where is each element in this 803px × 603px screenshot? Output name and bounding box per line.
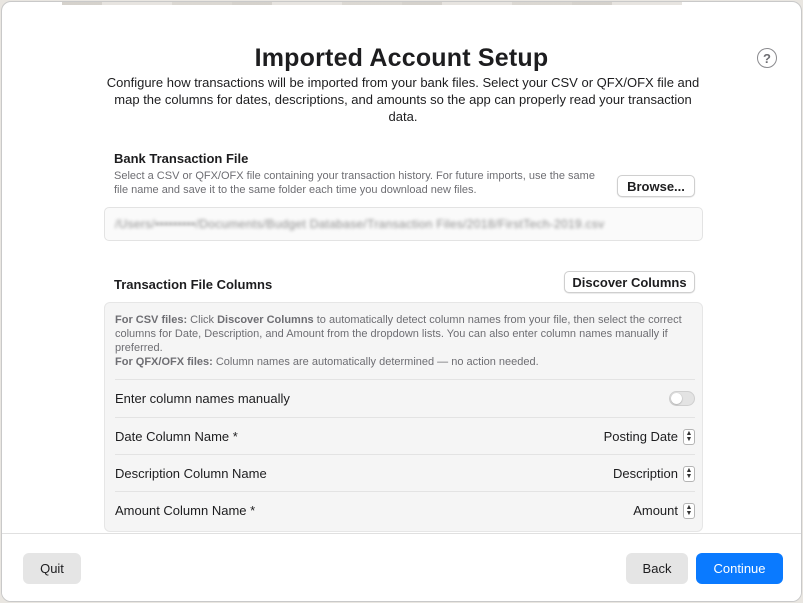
date-column-label: Date Column Name * [115, 429, 238, 444]
columns-panel: For CSV files: Click Discover Columns to… [104, 302, 703, 532]
qfx-info: For QFX/OFX files: Column names are auto… [115, 356, 539, 368]
chevron-up-down-icon: ▲ ▼ [683, 465, 695, 482]
discover-columns-button[interactable]: Discover Columns [564, 271, 695, 293]
back-button[interactable]: Back [626, 553, 688, 584]
bank-file-hint: Select a CSV or QFX/OFX file containing … [114, 170, 595, 196]
date-column-value: Posting Date [603, 429, 678, 444]
amount-column-select[interactable]: Amount ▲ ▼ [633, 502, 695, 519]
description-column-select[interactable]: Description ▲ ▼ [612, 465, 695, 482]
page-subtitle: Configure how transactions will be impor… [106, 75, 700, 124]
chevron-up-down-icon: ▲ ▼ [683, 428, 695, 445]
manual-entry-label: Enter column names manually [115, 391, 290, 406]
continue-button[interactable]: Continue [696, 553, 783, 584]
columns-section-label: Transaction File Columns [114, 277, 273, 292]
background-strip [62, 2, 682, 5]
description-column-value: Description [612, 466, 678, 481]
amount-column-label: Amount Column Name * [115, 503, 256, 518]
chevron-up-down-icon: ▲ ▼ [683, 502, 695, 519]
amount-column-value: Amount [633, 503, 678, 518]
bank-file-label: Bank Transaction File [114, 151, 249, 166]
page-title: Imported Account Setup [254, 44, 549, 72]
date-column-select[interactable]: Posting Date ▲ ▼ [603, 428, 695, 445]
date-column-row: Date Column Name * Posting Date ▲ ▼ [115, 417, 695, 455]
csv-info: For CSV files: Click Discover Columns to… [115, 314, 682, 354]
amount-column-row: Amount Column Name * Amount ▲ ▼ [115, 491, 695, 529]
footer-bar: Quit Back Continue [2, 533, 801, 601]
description-column-row: Description Column Name Description ▲ ▼ [115, 454, 695, 492]
manual-entry-toggle[interactable] [669, 391, 695, 406]
toggle-knob [671, 393, 682, 404]
file-path-value: /Users/•••••••••/Documents/Budget Databa… [115, 217, 605, 231]
description-column-label: Description Column Name [115, 466, 267, 481]
file-path-field[interactable]: /Users/•••••••••/Documents/Budget Databa… [104, 207, 703, 241]
browse-button[interactable]: Browse... [617, 175, 695, 197]
quit-button[interactable]: Quit [23, 553, 81, 584]
manual-entry-row: Enter column names manually [115, 379, 695, 417]
setup-window: ? Imported Account Setup Configure how t… [1, 1, 802, 602]
columns-info-text: For CSV files: Click Discover Columns to… [115, 313, 695, 369]
